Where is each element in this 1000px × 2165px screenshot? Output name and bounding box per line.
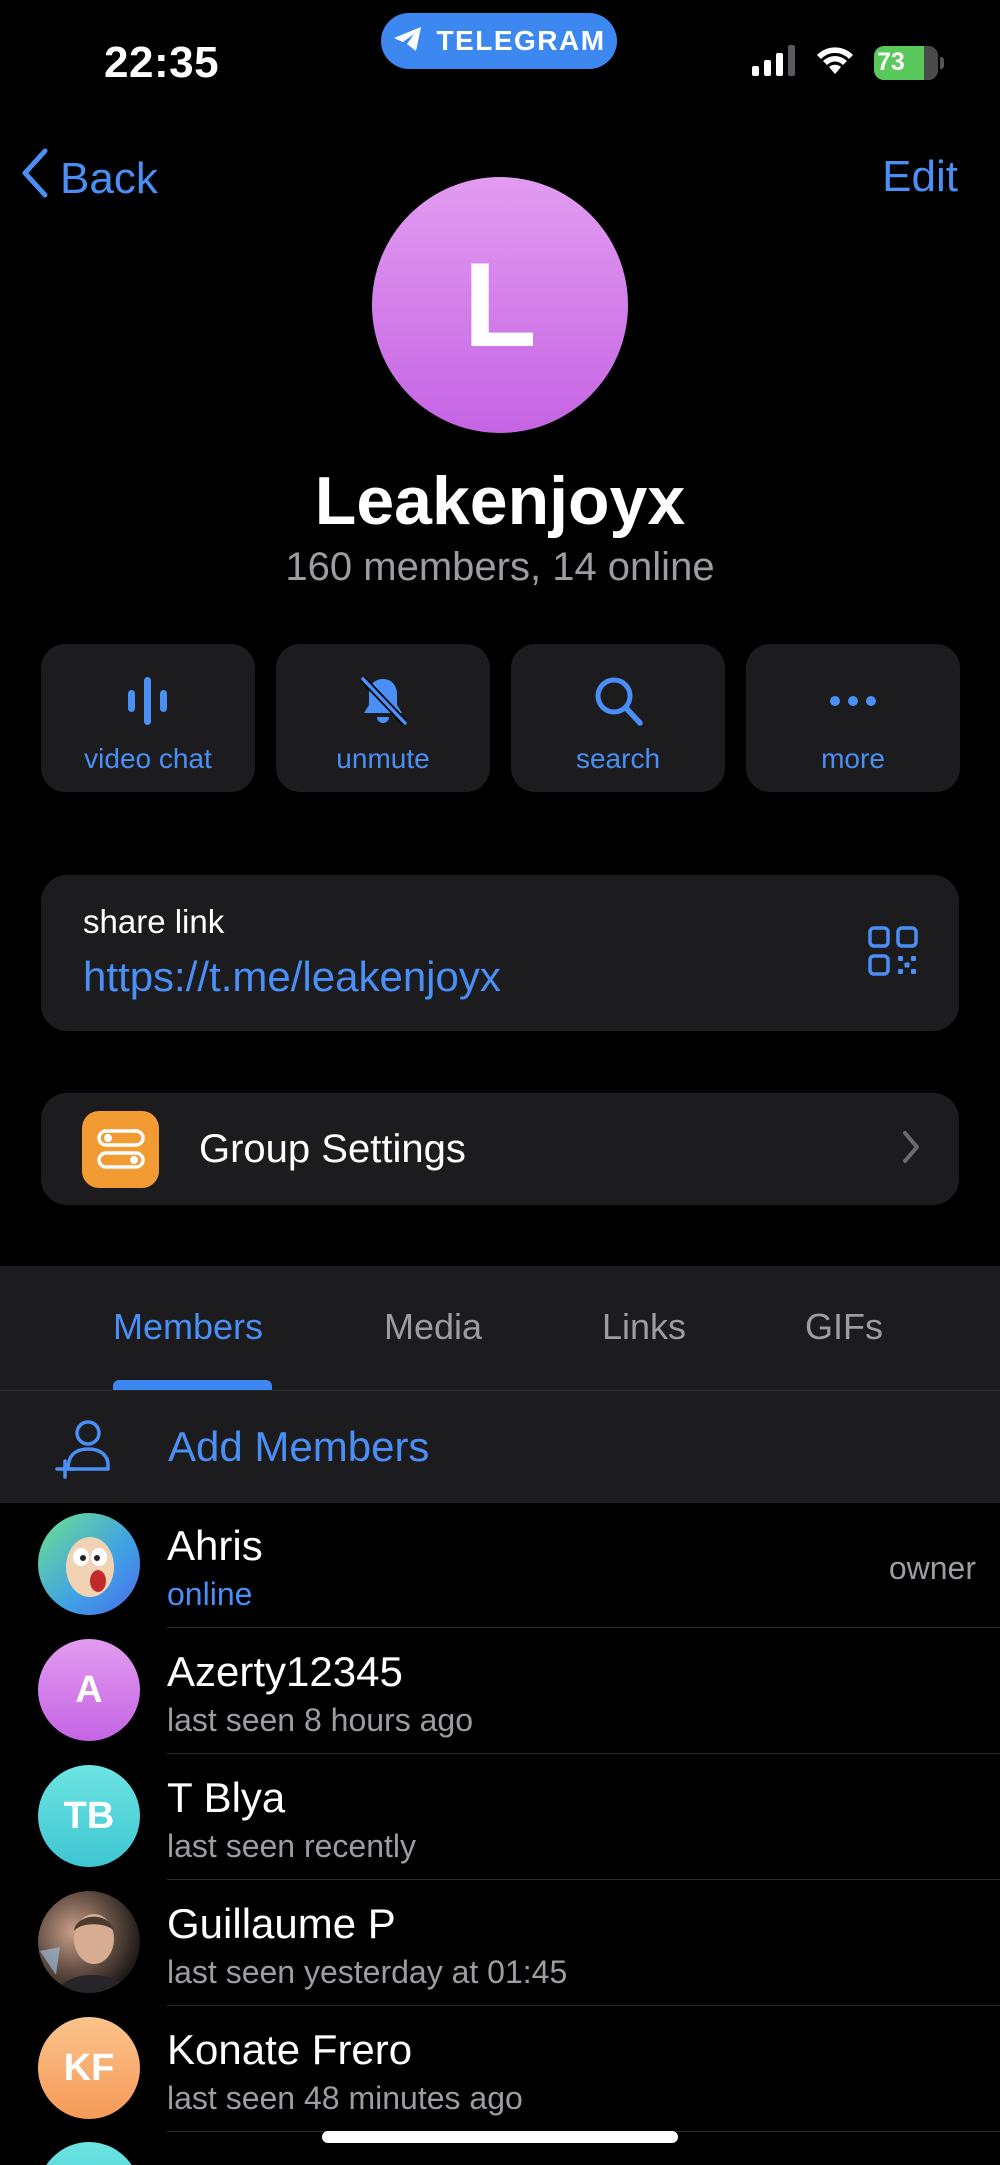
share-link-title: share link — [83, 903, 225, 940]
sliders-icon — [82, 1110, 159, 1188]
member-row[interactable]: KF Konate Frero last seen 48 minutes ago — [0, 2006, 1000, 2132]
status-indicators: 73 — [752, 44, 944, 81]
battery-level: 73 — [877, 48, 905, 76]
unmute-button[interactable]: unmute — [276, 644, 490, 792]
member-row[interactable]: Ahris online owner — [0, 1502, 1000, 1628]
return-to-app-pill[interactable]: TELEGRAM — [381, 13, 617, 69]
voice-wave-icon — [120, 671, 176, 731]
back-button[interactable]: Back — [20, 148, 158, 209]
member-avatar: TB — [38, 1765, 140, 1867]
share-link-url[interactable]: https://t.me/leakenjoyx — [83, 953, 501, 1001]
add-members-label: Add Members — [168, 1423, 430, 1470]
unmute-label: unmute — [336, 743, 430, 774]
member-avatar — [38, 1891, 140, 1993]
group-avatar[interactable]: L — [372, 177, 628, 433]
video-chat-label: video chat — [84, 743, 212, 774]
member-name: Ahris — [167, 1522, 263, 1569]
member-row[interactable]: Guillaume P last seen yesterday at 01:45 — [0, 1880, 1000, 2006]
group-settings-label: Group Settings — [199, 1126, 466, 1171]
group-settings-row[interactable]: Group Settings — [41, 1093, 959, 1205]
more-label: more — [821, 743, 885, 774]
tab-media[interactable]: Media — [384, 1306, 482, 1348]
tab-gifs[interactable]: GIFs — [805, 1306, 883, 1348]
home-indicator[interactable] — [322, 2131, 678, 2143]
tab-links[interactable]: Links — [602, 1306, 686, 1348]
bell-slash-icon — [355, 671, 411, 731]
qr-code-icon[interactable] — [867, 925, 919, 982]
member-name: Azerty12345 — [167, 1648, 403, 1695]
member-avatar: KF — [38, 2017, 140, 2119]
add-user-icon — [54, 1417, 116, 1484]
member-status: online — [167, 1576, 253, 1612]
chevron-left-icon — [20, 148, 50, 209]
status-time: 22:35 — [104, 38, 220, 87]
edit-button[interactable]: Edit — [882, 152, 958, 202]
signal-icon — [752, 44, 796, 81]
member-status: last seen recently — [167, 1828, 417, 1864]
member-avatar: A — [38, 1639, 140, 1741]
tab-members[interactable]: Members — [113, 1306, 263, 1348]
next-member-avatar-partial — [38, 2142, 140, 2165]
ellipsis-icon — [825, 671, 881, 731]
more-button[interactable]: more — [746, 644, 960, 792]
battery-icon: 73 — [874, 45, 944, 80]
wifi-icon — [814, 44, 856, 81]
member-name: T Blya — [167, 1774, 286, 1821]
active-tab-indicator — [113, 1380, 272, 1390]
profile-tabs: Members Media Links GIFs — [0, 1266, 1000, 1390]
back-label: Back — [60, 153, 158, 203]
chevron-right-icon — [901, 1130, 921, 1169]
group-member-count: 160 members, 14 online — [285, 545, 715, 589]
member-name: Guillaume P — [167, 1900, 396, 1947]
cartoon-face-icon — [66, 1537, 114, 1597]
member-avatar — [38, 1513, 140, 1615]
member-role: owner — [888, 1550, 976, 1586]
member-name: Konate Frero — [167, 2026, 413, 2073]
member-row[interactable]: A Azerty12345 last seen 8 hours ago — [0, 1628, 1000, 1754]
add-members-row[interactable]: Add Members — [0, 1390, 1000, 1503]
member-status: last seen 8 hours ago — [167, 1702, 473, 1738]
magnifier-icon — [590, 671, 646, 731]
member-status: last seen 48 minutes ago — [167, 2080, 523, 2116]
person-photo-icon — [40, 1914, 128, 1993]
member-status: last seen yesterday at 01:45 — [167, 1954, 568, 1990]
telegram-plane-icon — [392, 25, 424, 58]
share-link-card[interactable]: share link https://t.me/leakenjoyx — [41, 875, 959, 1031]
search-label: search — [575, 743, 661, 774]
search-button[interactable]: search — [511, 644, 725, 792]
group-name: Leakenjoyx — [314, 463, 686, 539]
member-row[interactable]: TB T Blya last seen recently — [0, 1754, 1000, 1880]
app-pill-label: TELEGRAM — [436, 25, 606, 56]
video-chat-button[interactable]: video chat — [41, 644, 255, 792]
